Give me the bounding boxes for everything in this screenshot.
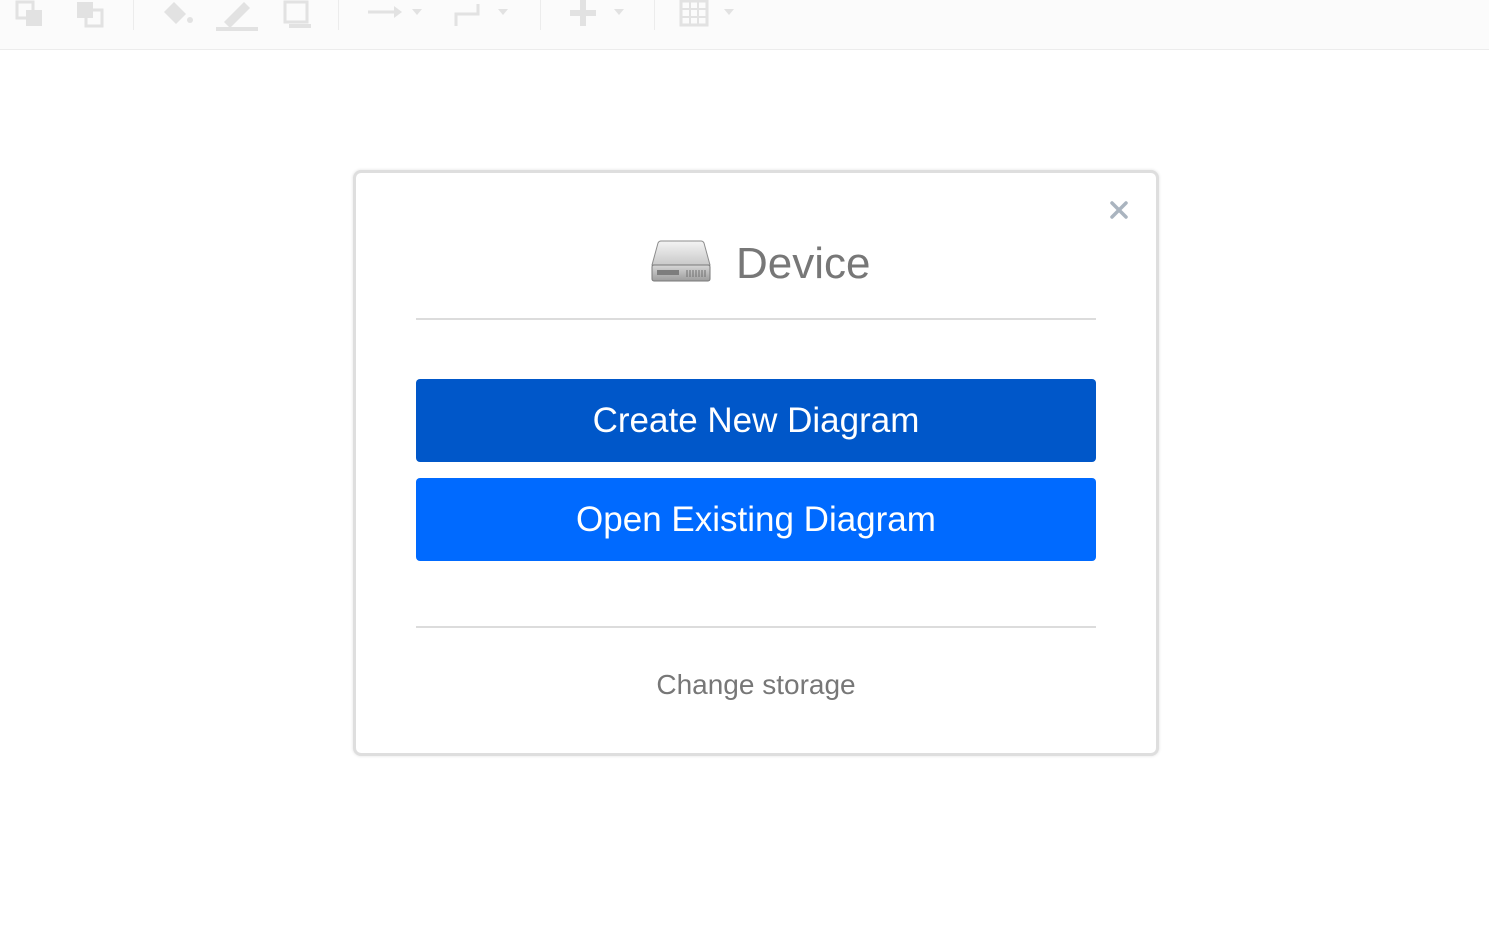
shadow-icon[interactable]: [282, 0, 318, 30]
to-front-icon[interactable]: [74, 0, 110, 30]
toolbar-separator: [654, 0, 655, 30]
change-storage-link[interactable]: Change storage: [356, 668, 1156, 702]
dialog-title: Device: [736, 239, 871, 288]
open-existing-diagram-button[interactable]: Open Existing Diagram: [416, 478, 1096, 561]
storage-dialog: Device Create New Diagram Open Existing …: [353, 170, 1159, 756]
insert-plus-icon[interactable]: [566, 0, 632, 30]
divider: [416, 318, 1096, 320]
connection-arrow-icon[interactable]: [364, 0, 430, 30]
toolbar-separator: [338, 0, 339, 30]
to-back-icon[interactable]: [14, 0, 50, 30]
close-icon[interactable]: [1108, 199, 1130, 221]
line-color-icon[interactable]: [214, 0, 260, 32]
toolbar: [0, 0, 1489, 50]
table-icon[interactable]: [678, 0, 744, 30]
divider: [416, 626, 1096, 628]
toolbar-separator: [540, 0, 541, 30]
hard-drive-icon: [651, 240, 711, 282]
fill-color-icon[interactable]: [158, 0, 198, 30]
waypoints-icon[interactable]: [452, 0, 518, 30]
dialog-header: Device: [356, 231, 1156, 297]
create-new-diagram-button[interactable]: Create New Diagram: [416, 379, 1096, 462]
toolbar-separator: [133, 0, 134, 30]
